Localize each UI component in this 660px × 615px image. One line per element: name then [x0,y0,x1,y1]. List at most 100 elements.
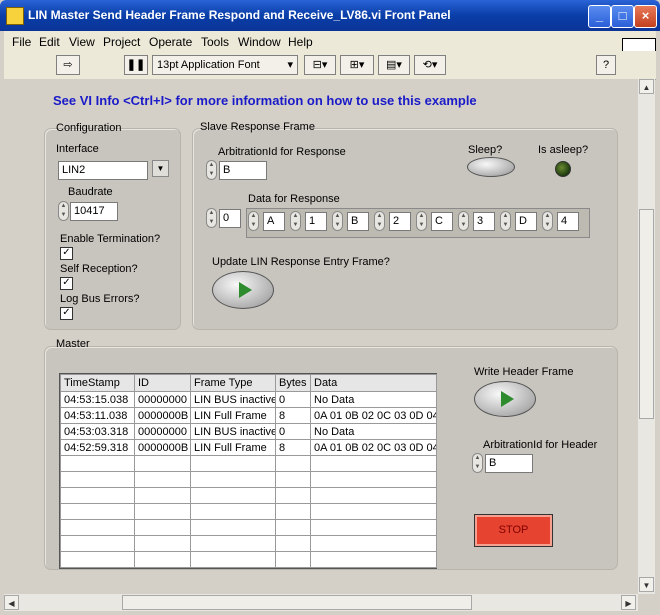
column-header[interactable]: TimeStamp [60,374,135,392]
sleep-toggle[interactable] [467,157,515,177]
stop-button[interactable]: STOP [474,514,553,547]
horizontal-scrollbar[interactable]: ◀ ▶ [4,594,638,611]
data-index-field[interactable]: 0 [219,209,241,228]
scroll-right-icon[interactable]: ▶ [621,595,636,610]
table-cell: No Data [310,391,437,408]
table-row-empty[interactable] [60,535,437,552]
log-bus-errors-checkbox[interactable]: ✓ [60,307,73,320]
write-header-label: Write Header Frame [474,366,574,378]
data-element-stepper[interactable]: ▲ ▼ [416,211,427,231]
is-asleep-led [555,161,571,177]
data-element-field[interactable]: D [515,212,537,231]
maximize-button[interactable]: □ [611,5,634,28]
data-element-field[interactable]: 3 [473,212,495,231]
update-response-button[interactable] [212,271,274,309]
column-header[interactable]: Bytes [275,374,311,392]
table-cell: 0A 01 0B 02 0C 03 0D 04 [310,407,437,424]
table-cell: 0 [275,391,311,408]
master-title: Master [56,338,90,350]
table-cell: No Data [310,423,437,440]
arb-id-response-label: ArbitrationId for Response [218,146,346,158]
log-bus-errors-label: Log Bus Errors? [60,293,140,305]
write-header-button[interactable] [474,381,536,417]
table-row-empty[interactable] [60,487,437,504]
table-cell: 0000000B [134,439,191,456]
interface-dropdown-icon[interactable]: ▼ [152,160,169,177]
reorder-icon[interactable]: ⟲▾ [414,55,446,75]
enable-termination-checkbox[interactable]: ✓ [60,247,73,260]
run-arrow-icon[interactable]: ⇨ [56,55,80,75]
menu-project[interactable]: Project [103,35,140,49]
data-element-field[interactable]: A [263,212,285,231]
distribute-objects-icon[interactable]: ⊞▾ [340,55,374,75]
data-element-stepper[interactable]: ▲ ▼ [542,211,553,231]
minimize-button[interactable]: _ [588,5,611,28]
self-reception-checkbox[interactable]: ✓ [60,277,73,290]
baudrate-field[interactable]: 10417 [70,202,118,221]
data-element-field[interactable]: B [347,212,369,231]
table-cell: 0 [275,423,311,440]
vertical-scrollbar[interactable]: ▲ ▼ [638,79,655,594]
menu-window[interactable]: Window [238,35,281,49]
title-bar[interactable]: LIN Master Send Header Frame Respond and… [0,0,660,31]
help-icon[interactable]: ? [596,55,616,75]
table-row[interactable]: 04:53:11.038 0000000B LIN Full Frame 8 0… [60,407,437,424]
table-row-empty[interactable] [60,551,437,568]
resize-objects-icon[interactable]: ▤▾ [378,55,410,75]
table-row-empty[interactable] [60,471,437,488]
table-row-empty[interactable] [60,519,437,536]
menu-edit[interactable]: Edit [39,35,60,49]
table-cell: 04:52:59.318 [60,439,135,456]
table-row-empty[interactable] [60,503,437,520]
data-element-field[interactable]: 1 [305,212,327,231]
interface-field[interactable]: LIN2 [58,161,148,180]
table-cell: 00000000 [134,423,191,440]
scroll-up-icon[interactable]: ▲ [639,79,654,94]
labview-app-icon[interactable] [6,7,24,25]
frame-table[interactable]: TimeStamp ID Frame Type Bytes Data 04:53… [59,373,437,569]
arb-id-header-stepper[interactable]: ▲ ▼ [472,453,483,473]
horizontal-scroll-thumb[interactable] [122,595,472,610]
table-cell: 0A 01 0B 02 0C 03 0D 04 [310,439,437,456]
arb-id-response-field[interactable]: B [219,161,267,180]
table-row[interactable]: 04:52:59.318 0000000B LIN Full Frame 8 0… [60,439,437,456]
data-index-stepper[interactable]: ▲ ▼ [206,208,217,228]
table-cell: LIN BUS inactive [190,423,276,440]
data-element-stepper[interactable]: ▲ ▼ [290,211,301,231]
data-response-label: Data for Response [248,193,340,205]
table-cell: LIN Full Frame [190,439,276,456]
data-element-stepper[interactable]: ▲ ▼ [458,211,469,231]
table-row-empty[interactable] [60,455,437,472]
table-cell: 8 [275,439,311,456]
data-element-field[interactable]: C [431,212,453,231]
pause-icon[interactable]: ❚❚ [124,55,148,75]
column-header[interactable]: ID [134,374,191,392]
column-header[interactable]: Frame Type [190,374,276,392]
arb-id-response-stepper[interactable]: ▲ ▼ [206,160,217,180]
data-element-field[interactable]: 4 [557,212,579,231]
column-header[interactable]: Data [310,374,437,392]
vertical-scroll-thumb[interactable] [639,209,654,419]
scroll-left-icon[interactable]: ◀ [4,595,19,610]
table-row[interactable]: 04:53:03.318 00000000 LIN BUS inactive 0… [60,423,437,440]
menu-help[interactable]: Help [288,35,313,49]
arb-id-header-field[interactable]: B [485,454,533,473]
toolbar: ⇨ ❚❚ 13pt Application Font ▾ ⊟▾ ⊞▾ ▤▾ ⟲▾… [4,51,656,80]
table-row[interactable]: 04:53:15.038 00000000 LIN BUS inactive 0… [60,391,437,408]
data-element-stepper[interactable]: ▲ ▼ [374,211,385,231]
table-cell: 04:53:11.038 [60,407,135,424]
menu-operate[interactable]: Operate [149,35,192,49]
menu-view[interactable]: View [69,35,95,49]
align-objects-icon[interactable]: ⊟▾ [304,55,336,75]
baudrate-stepper[interactable]: ▲ ▼ [58,201,69,221]
font-select[interactable]: 13pt Application Font ▾ [152,55,298,75]
info-text: See VI Info <Ctrl+I> for more informatio… [53,93,477,108]
data-element-stepper[interactable]: ▲ ▼ [332,211,343,231]
close-button[interactable]: × [634,5,657,28]
data-element-stepper[interactable]: ▲ ▼ [248,211,259,231]
scroll-down-icon[interactable]: ▼ [639,577,654,592]
menu-file[interactable]: File [12,35,31,49]
menu-tools[interactable]: Tools [201,35,229,49]
data-element-field[interactable]: 2 [389,212,411,231]
data-element-stepper[interactable]: ▲ ▼ [500,211,511,231]
